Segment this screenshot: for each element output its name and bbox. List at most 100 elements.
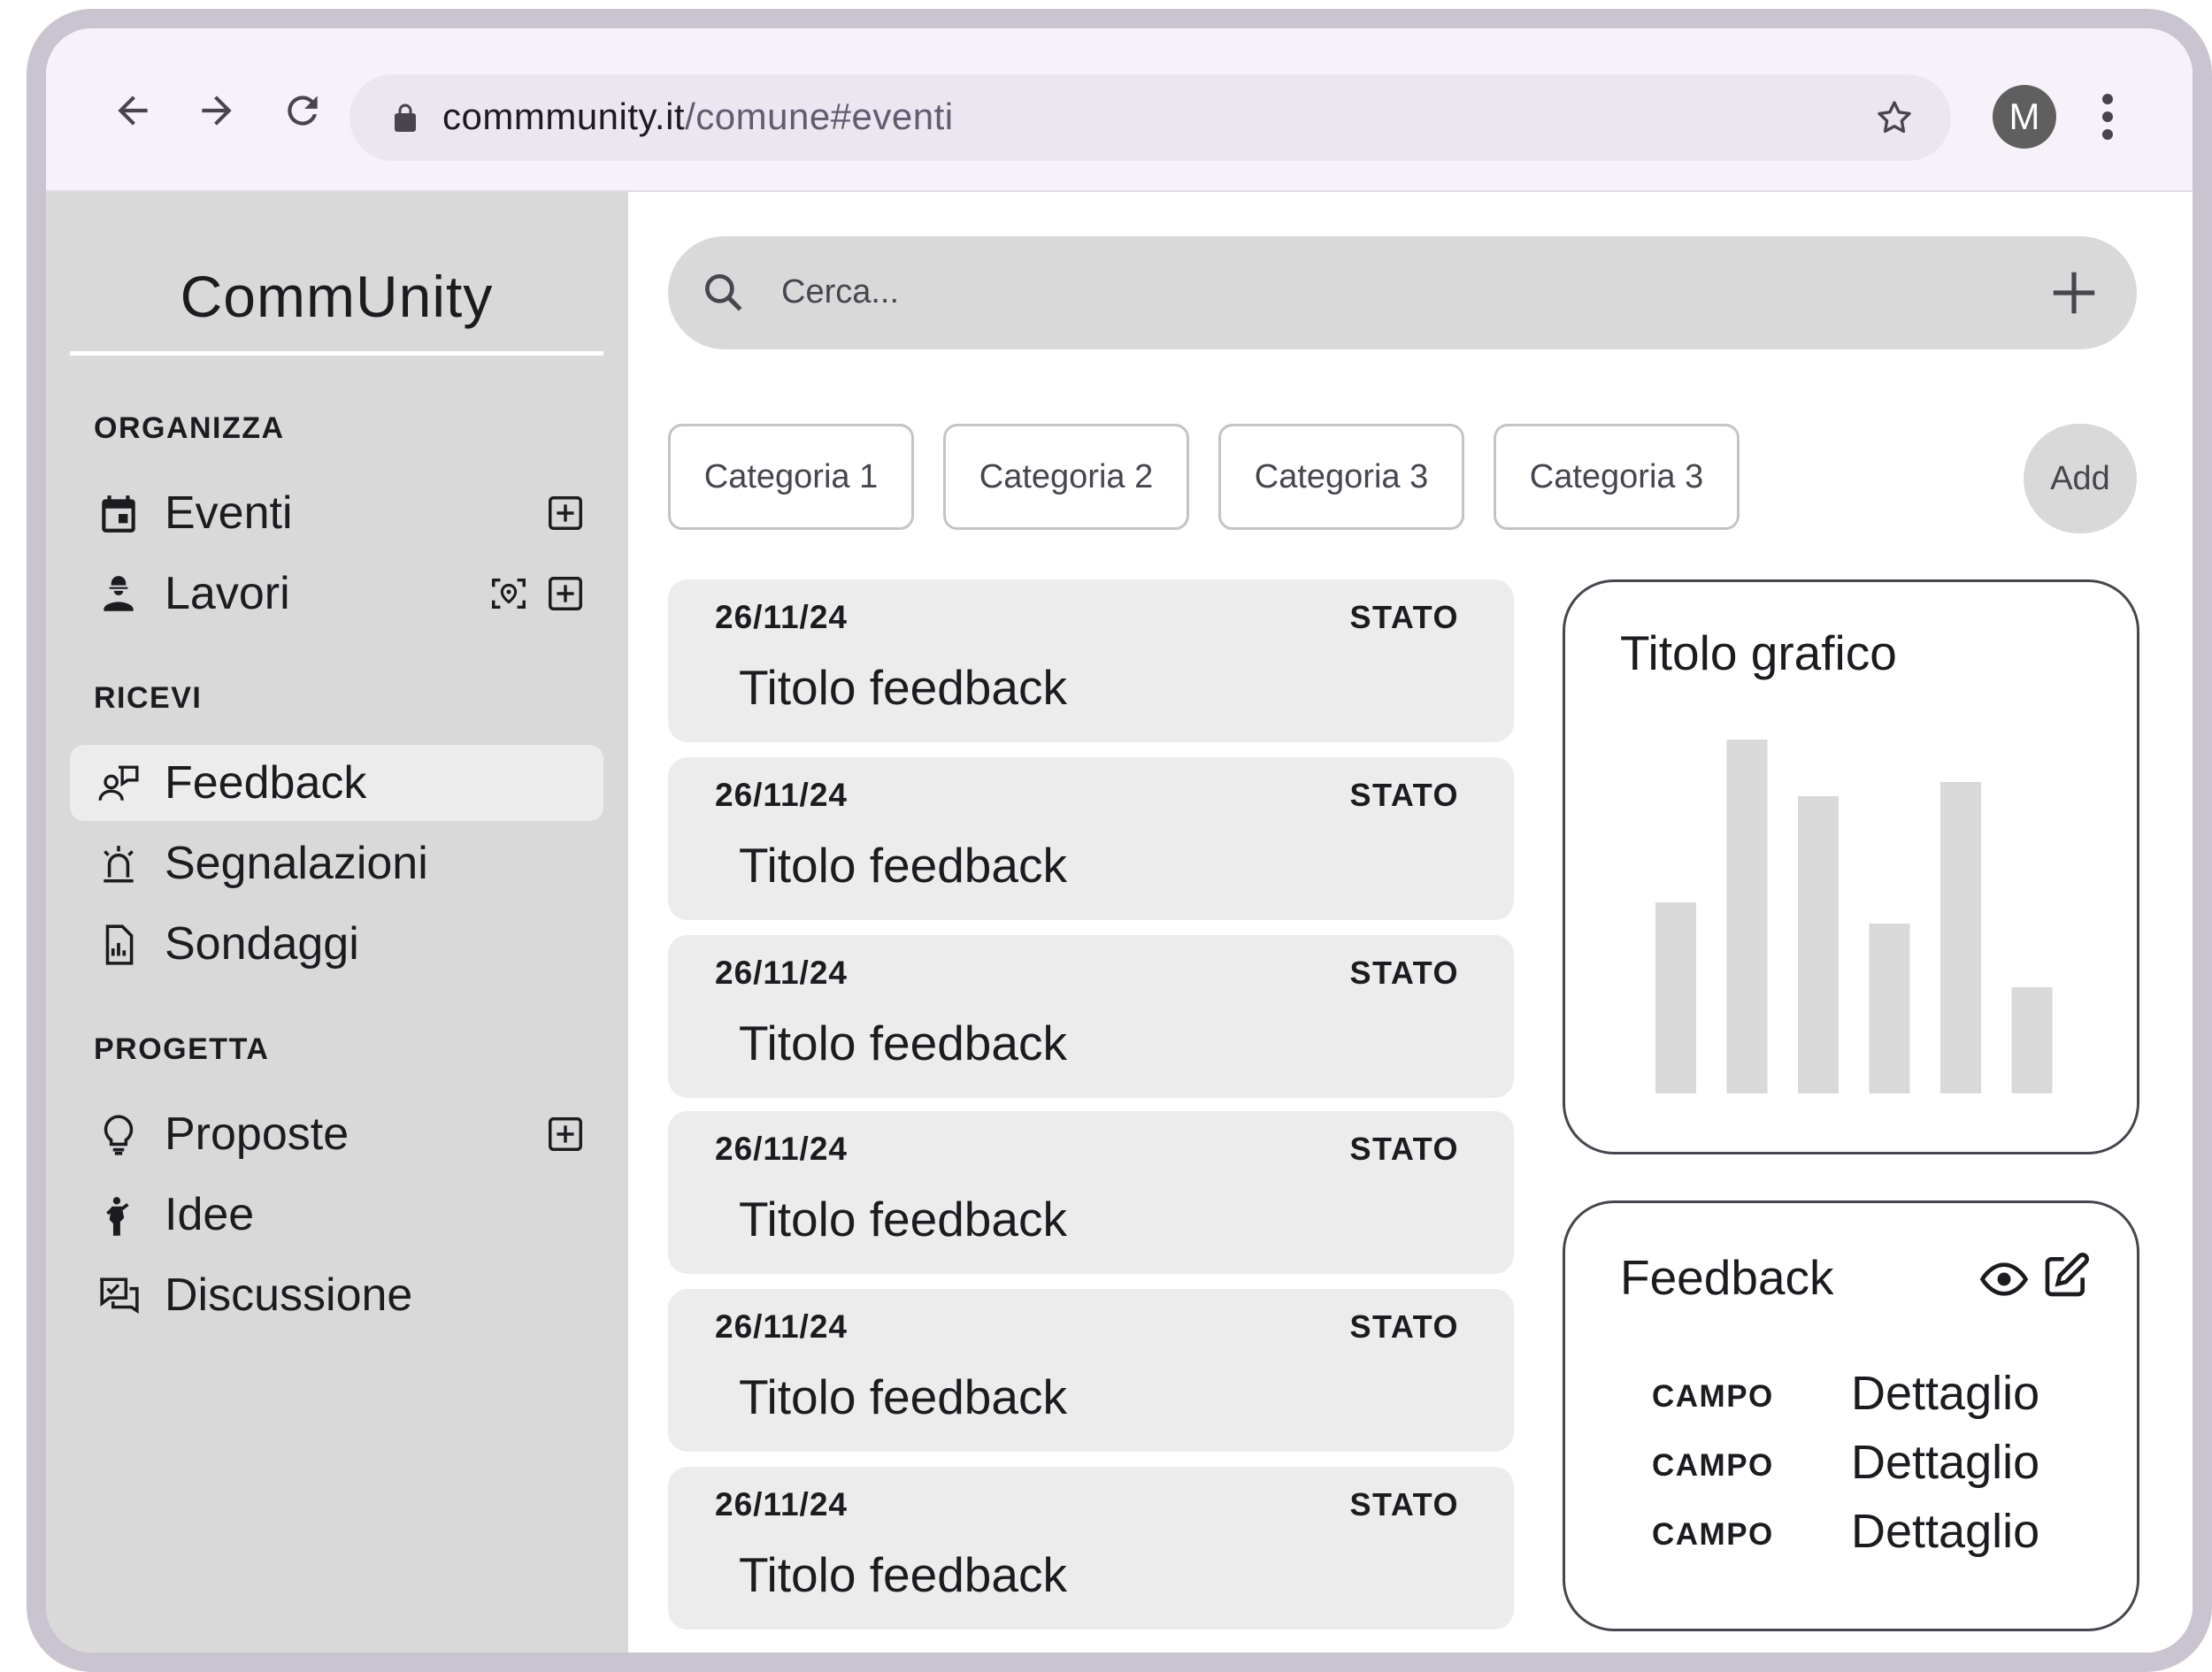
- brand-divider: [70, 351, 603, 356]
- sidebar: CommUnity ORGANIZZA Eventi Lavori RICEVI…: [46, 192, 628, 1653]
- feedback-card[interactable]: 26/11/24 STATO Titolo feedback: [668, 579, 1514, 742]
- chart-bar: [1798, 796, 1839, 1093]
- feedback-card[interactable]: 26/11/24 STATO Titolo feedback: [668, 1467, 1514, 1630]
- feedback-title: Titolo feedback: [739, 838, 1067, 893]
- reload-button[interactable]: [278, 86, 327, 135]
- sidebar-item-label: Eventi: [165, 487, 293, 539]
- sidebar-item-label: Lavori: [165, 568, 290, 619]
- category-chip-3[interactable]: Categoria 3: [1218, 424, 1464, 530]
- feedback-title: Titolo feedback: [739, 1369, 1067, 1424]
- sidebar-item-feedback[interactable]: Feedback: [70, 745, 603, 821]
- sidebar-item-lavori[interactable]: Lavori: [70, 556, 603, 632]
- url-text[interactable]: commmunity.it/comune#eventi: [442, 92, 954, 142]
- feedback-status: STATO: [1349, 955, 1459, 991]
- detail-field-value: Dettaglio: [1851, 1505, 2040, 1558]
- location-scan-icon[interactable]: [488, 573, 529, 614]
- feedback-date: 26/11/24: [715, 1486, 848, 1522]
- plus-icon[interactable]: [2047, 265, 2101, 320]
- feedback-card[interactable]: 26/11/24 STATO Titolo feedback: [668, 1289, 1514, 1452]
- back-arrow-icon: [118, 96, 148, 126]
- add-box-icon[interactable]: [545, 1114, 586, 1154]
- calendar-icon: [102, 495, 135, 533]
- eye-icon[interactable]: [1979, 1254, 2029, 1304]
- sidebar-item-label: Idee: [165, 1189, 255, 1240]
- chart-bar: [2011, 987, 2053, 1093]
- worker-icon: [104, 576, 134, 611]
- bar-chart: [1655, 740, 2053, 1093]
- sidebar-item-discussione[interactable]: Discussione: [70, 1257, 603, 1333]
- bookmark-star-icon[interactable]: [1873, 96, 1916, 139]
- feedback-status: STATO: [1349, 1131, 1459, 1167]
- feedback-status: STATO: [1349, 1308, 1459, 1345]
- sidebar-item-sondaggi[interactable]: Sondaggi: [70, 906, 603, 982]
- sidebar-item-segnalazioni[interactable]: Segnalazioni: [70, 825, 603, 901]
- forward-button[interactable]: [192, 86, 242, 135]
- detail-field-label: CAMPO: [1652, 1517, 1774, 1552]
- reload-icon: [288, 96, 318, 126]
- more-vert-icon[interactable]: [2097, 90, 2118, 143]
- feedback-date: 26/11/24: [715, 599, 848, 635]
- search-input[interactable]: Cerca...: [781, 273, 899, 311]
- feedback-card[interactable]: 26/11/24 STATO Titolo feedback: [668, 935, 1514, 1098]
- add-category-button[interactable]: Add: [2024, 424, 2137, 533]
- search-bar[interactable]: Cerca...: [668, 236, 2137, 349]
- category-chip-1[interactable]: Categoria 1: [668, 424, 914, 530]
- sidebar-item-idee[interactable]: Idee: [70, 1177, 603, 1253]
- siren-icon: [104, 846, 134, 883]
- feedback-date: 26/11/24: [715, 1308, 848, 1345]
- back-button[interactable]: [108, 86, 157, 135]
- feedback-status: STATO: [1349, 777, 1459, 813]
- feedback-date: 26/11/24: [715, 1131, 848, 1167]
- feedback-title: Titolo feedback: [739, 660, 1067, 715]
- add-box-icon[interactable]: [545, 573, 586, 614]
- brand-title: CommUnity: [180, 264, 494, 329]
- add-box-icon[interactable]: [545, 493, 586, 533]
- feedback-card[interactable]: 26/11/24 STATO Titolo feedback: [668, 1111, 1514, 1274]
- browser-toolbar: commmunity.it/comune#eventi M: [46, 28, 2193, 192]
- feedback-card[interactable]: 26/11/24 STATO Titolo feedback: [668, 757, 1514, 920]
- section-progetta: PROGETTA: [94, 1032, 270, 1066]
- sidebar-item-label: Feedback: [165, 757, 367, 809]
- chart-card: Titolo grafico: [1563, 579, 2139, 1154]
- sidebar-item-label: Sondaggi: [165, 918, 359, 970]
- feedback-detail-card: Feedback CAMPO Dettaglio CAMPO Dettaglio…: [1563, 1200, 2139, 1631]
- forward-arrow-icon: [202, 96, 232, 126]
- detail-title: Feedback: [1620, 1250, 1834, 1305]
- chart-bar: [1869, 924, 1910, 1093]
- lock-icon: [395, 104, 416, 132]
- feedback-status: STATO: [1349, 1486, 1459, 1522]
- feedback-title: Titolo feedback: [739, 1192, 1067, 1246]
- survey-icon: [105, 924, 134, 965]
- feedback-icon: [98, 765, 139, 801]
- category-chip-2[interactable]: Categoria 2: [943, 424, 1189, 530]
- sidebar-item-label: Segnalazioni: [165, 838, 428, 889]
- profile-avatar[interactable]: M: [1993, 85, 2056, 149]
- detail-field-label: CAMPO: [1652, 1379, 1774, 1414]
- feedback-title: Titolo feedback: [739, 1016, 1067, 1070]
- feedback-date: 26/11/24: [715, 777, 848, 813]
- sidebar-item-proposte[interactable]: Proposte: [70, 1096, 603, 1172]
- edit-icon[interactable]: [2041, 1251, 2091, 1300]
- category-chip-4[interactable]: Categoria 3: [1494, 424, 1740, 530]
- search-icon: [705, 274, 742, 311]
- chart-bar: [1655, 902, 1696, 1093]
- device-frame: commmunity.it/comune#eventi M CommUnity …: [27, 9, 2212, 1672]
- main-content: Cerca... Categoria 1 Categoria 2 Categor…: [628, 192, 2193, 1653]
- sidebar-item-label: Proposte: [165, 1108, 349, 1160]
- person-idea-icon: [106, 1197, 129, 1236]
- feedback-status: STATO: [1349, 599, 1459, 635]
- lightbulb-icon: [104, 1115, 134, 1155]
- sidebar-item-label: Discussione: [165, 1269, 413, 1321]
- detail-field-value: Dettaglio: [1851, 1367, 2040, 1420]
- chart-bar: [1726, 740, 1768, 1093]
- detail-field-value: Dettaglio: [1851, 1436, 2040, 1489]
- discussion-icon: [100, 1277, 139, 1314]
- feedback-title: Titolo feedback: [739, 1547, 1067, 1602]
- section-organizza: ORGANIZZA: [94, 411, 285, 445]
- address-bar[interactable]: commmunity.it/comune#eventi: [349, 74, 1951, 161]
- chart-bar: [1940, 782, 1981, 1093]
- sidebar-item-eventi[interactable]: Eventi: [70, 475, 603, 551]
- feedback-date: 26/11/24: [715, 955, 848, 991]
- section-ricevi: RICEVI: [94, 681, 203, 715]
- detail-field-label: CAMPO: [1652, 1448, 1774, 1483]
